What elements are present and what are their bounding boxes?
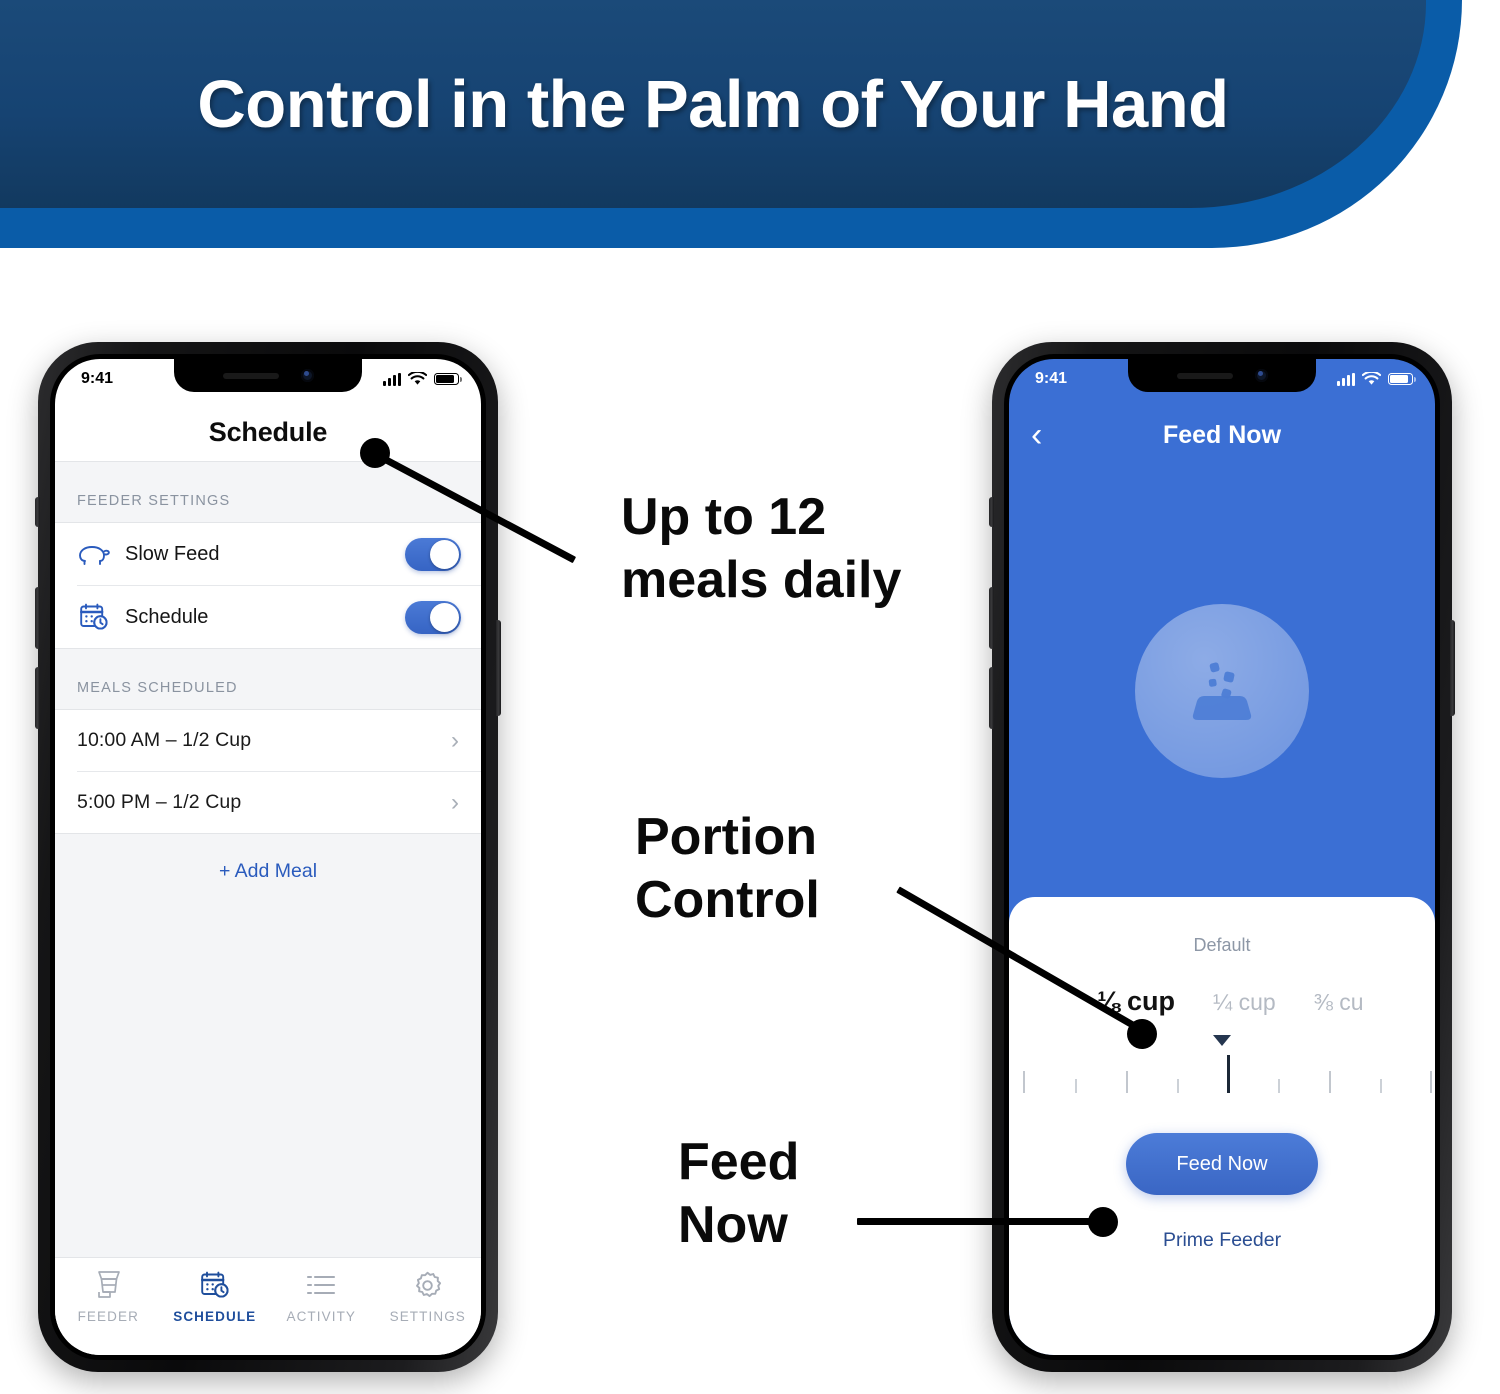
- feed-now-button[interactable]: Feed Now: [1126, 1133, 1318, 1195]
- chevron-left-icon[interactable]: ‹: [1031, 418, 1071, 452]
- portion-ruler[interactable]: [1009, 1055, 1435, 1103]
- meal-row[interactable]: 5:00 PM – 1/2 Cup ›: [55, 772, 481, 833]
- battery-icon: [434, 373, 462, 385]
- ruler-tick: [1430, 1071, 1432, 1093]
- ruler-tick-center: [1227, 1055, 1230, 1093]
- row-label: Slow Feed: [125, 542, 220, 565]
- slow-feed-toggle[interactable]: [405, 537, 461, 571]
- ruler-tick: [1023, 1071, 1025, 1093]
- status-time: 9:41: [81, 370, 114, 387]
- tab-label: SCHEDULE: [173, 1309, 257, 1324]
- default-label: Default: [1193, 935, 1251, 955]
- callout-portion-control: Portion Control: [635, 806, 820, 933]
- volume-up-button[interactable]: [989, 587, 994, 649]
- signal-bars-icon: [383, 372, 401, 386]
- calendar-clock-icon: [77, 602, 111, 632]
- callout-line: Control: [635, 871, 820, 930]
- turtle-icon: [77, 539, 111, 569]
- page-title: Control in the Palm of Your Hand: [197, 66, 1229, 142]
- gear-icon: [413, 1268, 442, 1302]
- tab-settings[interactable]: SETTINGS: [375, 1268, 482, 1324]
- list-filler: [55, 883, 481, 1257]
- leader-dot-meals: [360, 438, 390, 468]
- tab-label: FEEDER: [77, 1309, 139, 1324]
- battery-icon: [1388, 373, 1416, 385]
- power-button[interactable]: [496, 620, 501, 716]
- chevron-right-icon: ›: [451, 726, 459, 754]
- silence-switch[interactable]: [989, 497, 994, 527]
- power-button[interactable]: [1450, 620, 1455, 716]
- earpiece-speaker-icon: [1176, 372, 1233, 379]
- status-time: 9:41: [1035, 370, 1068, 387]
- callout-line: Portion: [635, 808, 817, 866]
- tab-label: ACTIVITY: [286, 1309, 357, 1324]
- bottom-tab-bar: FEEDER SCHEDULE ACTIVITY SETTINGS: [55, 1257, 481, 1355]
- callout-line: Now: [678, 1196, 788, 1255]
- left-phone-body: 9:41 Schedule FEEDER SETTINGS Slow Feed …: [50, 354, 486, 1360]
- right-nav-title: Feed Now: [1162, 420, 1282, 449]
- volume-down-button[interactable]: [989, 667, 994, 729]
- row-schedule[interactable]: Schedule: [55, 586, 481, 648]
- tab-feeder[interactable]: FEEDER: [55, 1268, 162, 1324]
- leader-dot-portion: [1127, 1019, 1157, 1049]
- portion-sheet: Default ⅛ cup ¼ cup ⅜ cu Feed Now Prime …: [1009, 897, 1435, 1355]
- callout-line: Up to 12: [621, 488, 827, 546]
- callout-feed-now: Feed Now: [678, 1131, 799, 1258]
- calendar-clock-icon: [200, 1268, 230, 1302]
- ruler-tick: [1278, 1079, 1280, 1093]
- add-meal-zone: + Add Meal: [55, 834, 481, 883]
- add-meal-button[interactable]: + Add Meal: [219, 860, 317, 883]
- down-triangle-marker: [1009, 1033, 1435, 1051]
- ruler-tick: [1177, 1079, 1179, 1093]
- food-bowl-kibble-icon: [1135, 604, 1309, 778]
- callout-meals-daily: Up to 12 meals daily: [621, 486, 901, 613]
- front-camera-icon: [300, 369, 314, 382]
- wifi-icon: [408, 372, 427, 385]
- meal-text: 5:00 PM – 1/2 Cup: [77, 791, 242, 813]
- front-camera-icon: [1254, 369, 1268, 382]
- left-nav-title: Schedule: [208, 416, 328, 447]
- earpiece-speaker-icon: [222, 372, 279, 379]
- tab-activity[interactable]: ACTIVITY: [268, 1268, 375, 1324]
- activity-list-icon: [306, 1268, 336, 1302]
- ruler-tick: [1380, 1079, 1382, 1093]
- section-header-meals-scheduled: MEALS SCHEDULED: [55, 649, 481, 709]
- tab-schedule[interactable]: SCHEDULE: [162, 1268, 269, 1324]
- callout-line: meals daily: [621, 551, 902, 610]
- feeder-hopper-icon: [94, 1268, 122, 1302]
- ruler-tick: [1126, 1071, 1128, 1093]
- left-phone-mockup: 9:41 Schedule FEEDER SETTINGS Slow Feed …: [35, 342, 501, 1372]
- notch: [1128, 359, 1316, 392]
- portion-option[interactable]: ⅜ cu: [1314, 989, 1364, 1016]
- tab-label: SETTINGS: [389, 1309, 466, 1324]
- prime-feeder-link[interactable]: Prime Feeder: [1009, 1229, 1435, 1252]
- chevron-right-icon: ›: [451, 788, 459, 816]
- volume-up-button[interactable]: [35, 587, 40, 649]
- section-header-feeder-settings: FEEDER SETTINGS: [55, 462, 481, 522]
- wifi-icon: [1362, 372, 1381, 385]
- promo-page: Control in the Palm of Your Hand 9:41 Sc…: [0, 0, 1500, 1394]
- meal-text: 10:00 AM – 1/2 Cup: [77, 729, 252, 751]
- leader-line-feed: [857, 1218, 1116, 1225]
- row-slow-feed[interactable]: Slow Feed: [55, 523, 481, 585]
- right-phone-body: 9:41 ‹ Feed Now Default ⅛ cup ¼ cup ⅜ cu…: [1004, 354, 1440, 1360]
- ruler-tick: [1329, 1071, 1331, 1093]
- portion-option[interactable]: ¼ cup: [1213, 989, 1276, 1016]
- leader-dot-feed: [1088, 1207, 1118, 1237]
- silence-switch[interactable]: [35, 497, 40, 527]
- signal-bars-icon: [1337, 372, 1355, 386]
- right-nav-bar: ‹ Feed Now: [1009, 407, 1435, 463]
- meal-row[interactable]: 10:00 AM – 1/2 Cup ›: [55, 710, 481, 771]
- callout-line: Feed: [678, 1133, 800, 1191]
- notch: [174, 359, 362, 392]
- schedule-toggle[interactable]: [405, 600, 461, 634]
- left-phone-screen: 9:41 Schedule FEEDER SETTINGS Slow Feed …: [55, 359, 481, 1355]
- right-phone-screen: 9:41 ‹ Feed Now Default ⅛ cup ¼ cup ⅜ cu…: [1009, 359, 1435, 1355]
- row-label: Schedule: [125, 605, 209, 628]
- header-banner: Control in the Palm of Your Hand: [0, 0, 1500, 252]
- volume-down-button[interactable]: [35, 667, 40, 729]
- ruler-tick: [1075, 1079, 1077, 1093]
